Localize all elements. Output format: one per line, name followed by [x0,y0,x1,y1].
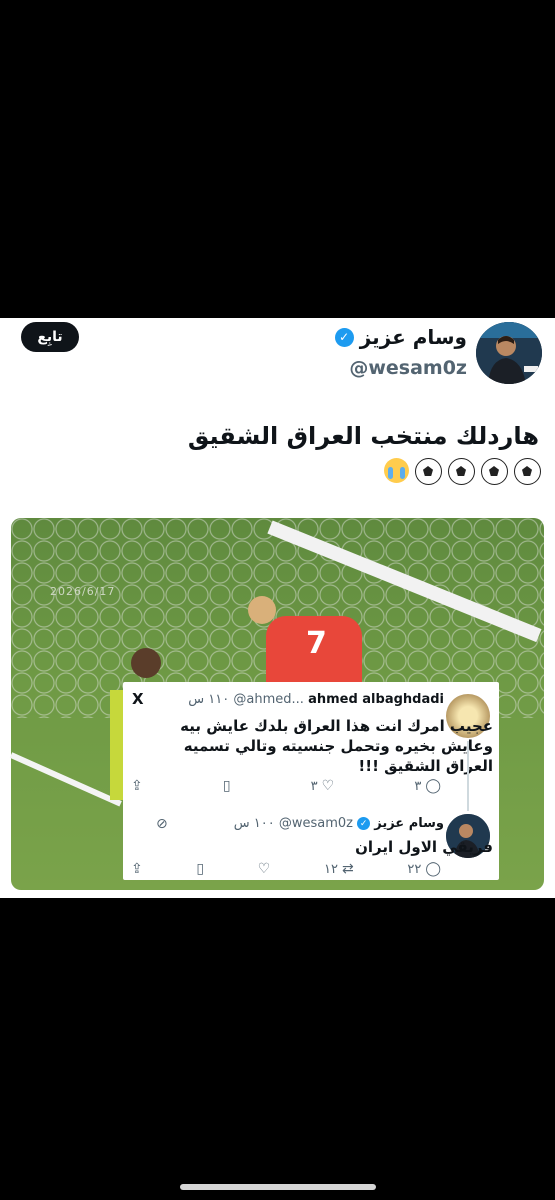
reply-author: وسام عزيز [374,816,444,831]
comment-icon: ◯ [425,861,441,877]
home-indicator[interactable] [180,1184,376,1190]
reply-action[interactable]: ٢٢ ◯ [407,861,441,877]
profile-handle[interactable]: @wesam0z [349,357,467,379]
loudly-crying-face-icon [384,458,409,483]
share-icon[interactable]: ⇪ [131,778,143,794]
profile-avatar[interactable] [476,322,542,384]
reply-author: ahmed albaghdadi [308,692,444,707]
retweet-count: ١٢ [323,861,338,877]
reply-actions: ⇪ ▯ ♡ ١٢ ⇄ ٢٢ ◯ [131,861,441,877]
reply-time: ١٠٠ س [233,816,275,831]
follow-button[interactable]: تابِع [21,322,79,352]
reply-header: ١٠٠ س @wesam0z ✓ وسام عزيز [200,816,444,831]
soccer-ball-icon [415,458,442,485]
like-action[interactable]: ٣ ♡ [311,778,335,794]
verified-badge-icon: ✓ [334,327,354,347]
player-head [248,596,276,624]
reply-time: ١١٠ س [188,692,230,707]
tweet-text: هاردلك منتخب العراق الشقيق [187,422,539,450]
reply-action[interactable]: ٣ ◯ [414,778,441,794]
thread-line [467,741,469,811]
like-action[interactable]: ♡ [258,861,271,877]
player-head [131,648,161,678]
display-name[interactable]: وسام عزيز ✓ [334,325,467,349]
bookmark-icon[interactable]: ▯ [196,861,204,877]
reply-handle: @wesam0z [278,816,353,831]
player-number: 7 [306,626,327,661]
verified-badge-icon: ✓ [357,817,371,830]
reply-actions: ⇪ ▯ ٣ ♡ ٣ ◯ [131,778,441,794]
reply-count: ٣ [414,778,422,794]
heart-icon: ♡ [257,861,271,877]
soccer-ball-icon [448,458,475,485]
tweet-emojis [384,458,541,485]
reply-count: ٢٢ [407,861,422,877]
reply-header: ١١٠ س @ahmed... ahmed albaghdadi [154,692,444,707]
soccer-ball-icon [481,458,508,485]
bookmark-icon[interactable]: ▯ [223,778,231,794]
reply-text: فريقي الاول ايران [355,838,493,856]
analytics-icon[interactable]: ⊘ [156,816,168,832]
x-logo-icon: X [132,690,144,708]
like-count: ٣ [310,778,318,794]
reply-handle: @ahmed... [233,692,304,707]
photo-date-watermark: 2026/6/17 [50,585,116,598]
share-icon[interactable]: ⇪ [131,861,143,877]
comment-icon: ◯ [425,778,441,794]
heart-icon: ♡ [321,778,335,794]
reply-text: عجيب امرك انت هذا العراق بلدك عايش بيه و… [180,717,493,775]
retweet-icon: ⇄ [341,861,354,877]
display-name-text: وسام عزيز [359,325,467,349]
retweet-action[interactable]: ١٢ ⇄ [324,861,354,877]
soccer-ball-icon [514,458,541,485]
